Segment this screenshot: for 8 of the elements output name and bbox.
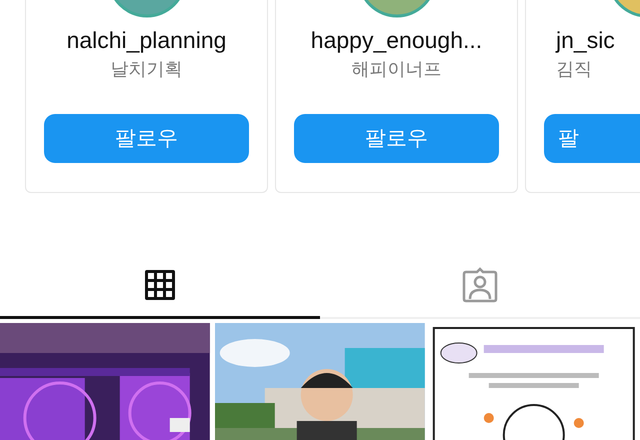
username[interactable]: happy_enough... <box>310 26 482 54</box>
display-name: 김직 <box>556 58 592 82</box>
grid-icon <box>144 268 176 300</box>
username[interactable]: nalchi_planning <box>66 26 226 54</box>
tagged-person-icon <box>462 267 498 303</box>
display-name: 날치기획 <box>110 58 182 82</box>
display-name: 해피이너프 <box>352 58 442 82</box>
username[interactable]: jn_sic <box>556 26 615 54</box>
